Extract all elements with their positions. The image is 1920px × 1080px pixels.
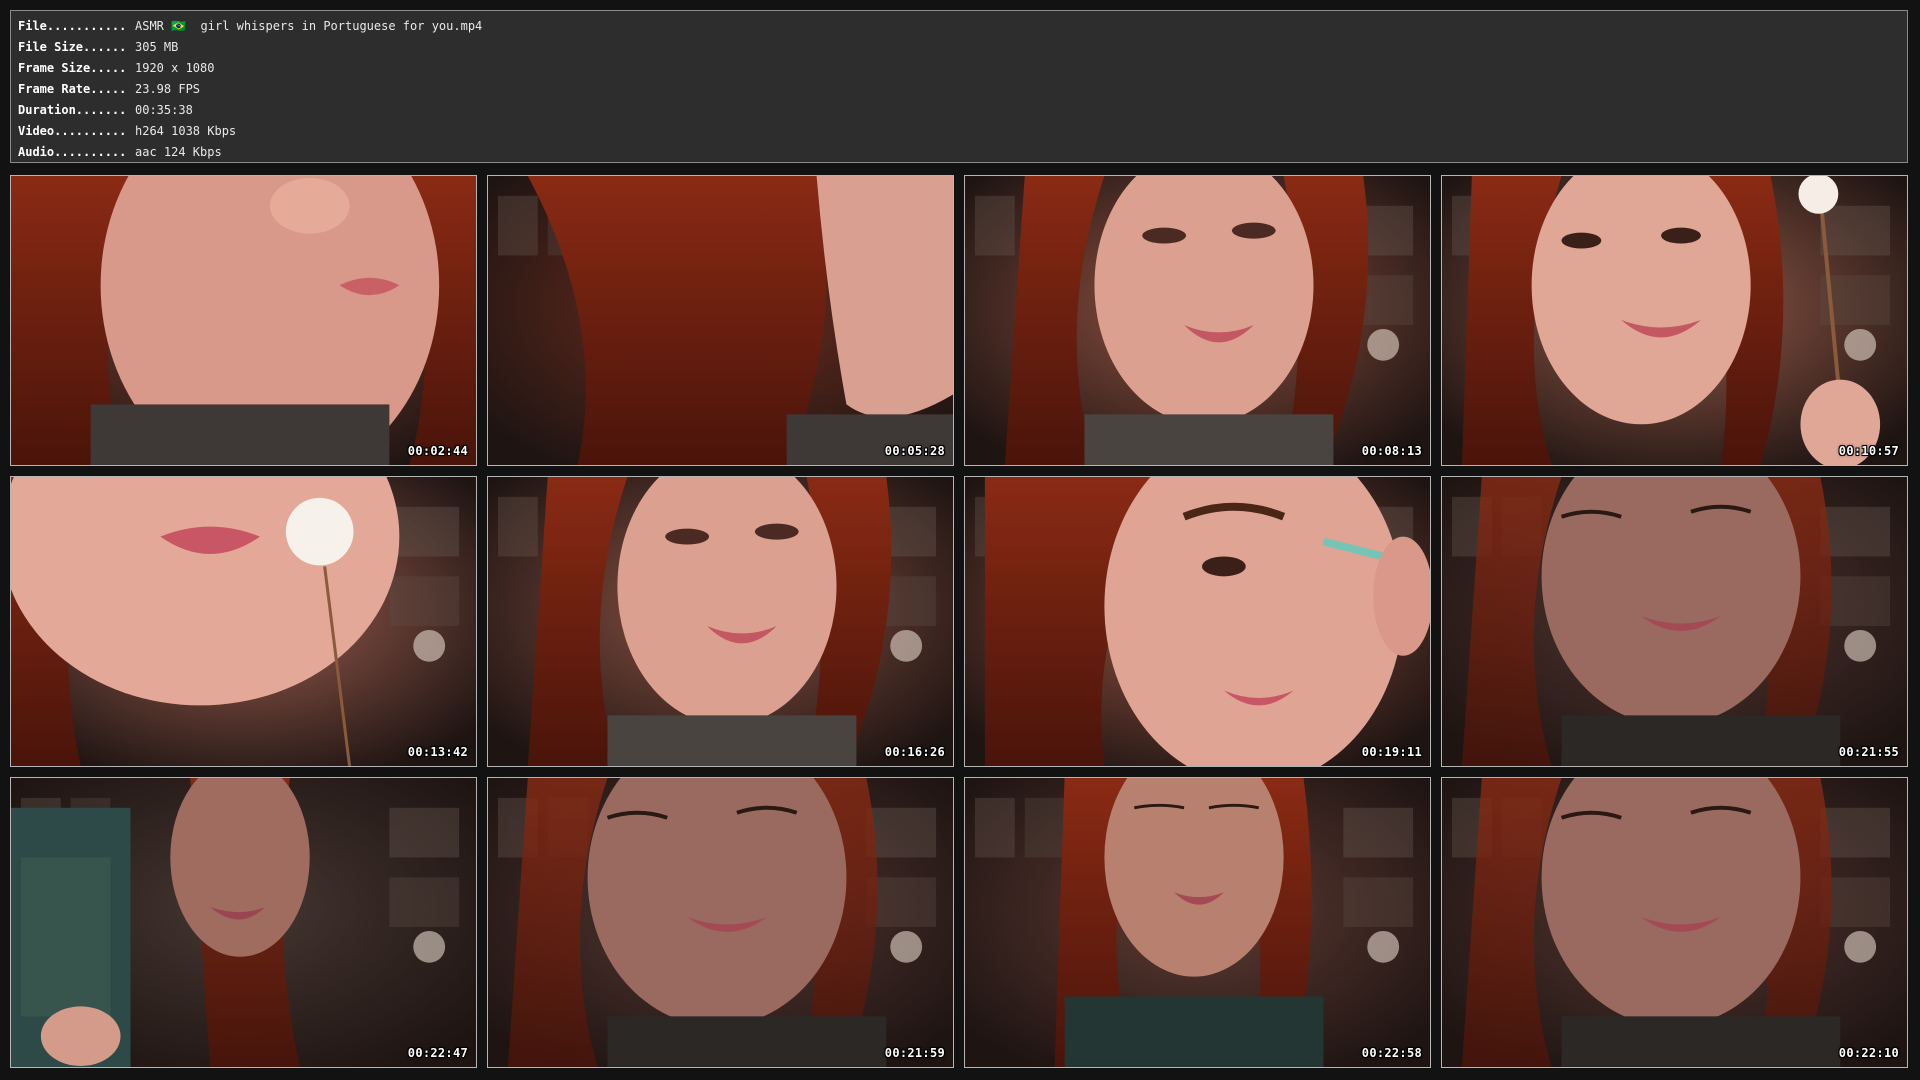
info-value: h264 1038 Kbps <box>135 124 237 138</box>
video-thumbnail: 00:21:59 <box>487 777 954 1068</box>
info-value: 23.98 FPS <box>135 82 201 96</box>
media-info-panel: File........... ASMR 🇧🇷 girl whispers in… <box>10 10 1908 163</box>
video-thumbnail: 00:16:26 <box>487 476 954 767</box>
info-label: Duration....... <box>18 103 127 117</box>
thumbnail-timestamp: 00:05:28 <box>884 444 945 458</box>
info-row-audio: Audio.......... aac 124 Kbps <box>18 142 1907 163</box>
video-thumbnail: 00:22:58 <box>964 777 1431 1068</box>
video-thumbnail: 00:08:13 <box>964 175 1431 466</box>
info-label: Video.......... <box>18 124 127 138</box>
info-label: File........... <box>18 19 127 33</box>
thumbnail-timestamp: 00:22:10 <box>1838 1046 1899 1060</box>
video-thumbnail: 00:10:57 <box>1441 175 1908 466</box>
info-value: ASMR 🇧🇷 girl whispers in Portuguese for … <box>135 19 483 33</box>
thumbnail-frame-image <box>965 477 1430 766</box>
thumbnail-timestamp: 00:21:59 <box>884 1046 945 1060</box>
thumbnail-frame-image <box>11 176 476 465</box>
thumbnail-timestamp: 00:19:11 <box>1361 745 1422 759</box>
info-row-frame-size: Frame Size..... 1920 x 1080 <box>18 58 1907 79</box>
thumbnail-frame-image <box>965 778 1430 1067</box>
video-thumbnail: 00:19:11 <box>964 476 1431 767</box>
video-thumbnail: 00:05:28 <box>487 175 954 466</box>
info-row-file-size: File Size...... 305 MB <box>18 37 1907 58</box>
thumbnail-timestamp: 00:22:47 <box>407 1046 468 1060</box>
video-thumbnail: 00:22:47 <box>10 777 477 1068</box>
video-thumbnail: 00:22:10 <box>1441 777 1908 1068</box>
info-value: aac 124 Kbps <box>135 145 222 159</box>
thumbnail-frame-image <box>1442 778 1907 1067</box>
thumbnail-frame-image <box>11 778 476 1067</box>
video-thumbnail: 00:02:44 <box>10 175 477 466</box>
thumbnail-timestamp: 00:21:55 <box>1838 745 1899 759</box>
info-row-video: Video.......... h264 1038 Kbps <box>18 121 1907 142</box>
thumbnail-frame-image <box>488 477 953 766</box>
thumbnail-frame-image <box>488 778 953 1067</box>
info-label: Frame Rate..... <box>18 82 127 96</box>
info-value: 1920 x 1080 <box>135 61 215 75</box>
video-thumbnail: 00:13:42 <box>10 476 477 767</box>
video-thumbnail: 00:21:55 <box>1441 476 1908 767</box>
info-row-file: File........... ASMR 🇧🇷 girl whispers in… <box>18 16 1907 37</box>
thumbnail-timestamp: 00:13:42 <box>407 745 468 759</box>
thumbnail-timestamp: 00:08:13 <box>1361 444 1422 458</box>
info-label: Audio.......... <box>18 145 127 159</box>
thumbnail-frame-image <box>1442 477 1907 766</box>
thumbnail-frame-image <box>488 176 953 465</box>
thumbnail-timestamp: 00:22:58 <box>1361 1046 1422 1060</box>
thumbnail-frame-image <box>11 477 476 766</box>
thumbnail-grid: 00:02:44 00:05:28 00:08:13 00:10:57 00:1… <box>10 175 1909 1068</box>
info-row-frame-rate: Frame Rate..... 23.98 FPS <box>18 79 1907 100</box>
info-label: Frame Size..... <box>18 61 127 75</box>
thumbnail-timestamp: 00:02:44 <box>407 444 468 458</box>
thumbnail-frame-image <box>1442 176 1907 465</box>
info-row-duration: Duration....... 00:35:38 <box>18 100 1907 121</box>
thumbnail-timestamp: 00:16:26 <box>884 745 945 759</box>
info-value: 305 MB <box>135 40 179 54</box>
info-value: 00:35:38 <box>135 103 193 117</box>
thumbnail-timestamp: 00:10:57 <box>1838 444 1899 458</box>
thumbnail-frame-image <box>965 176 1430 465</box>
info-label: File Size...... <box>18 40 127 54</box>
